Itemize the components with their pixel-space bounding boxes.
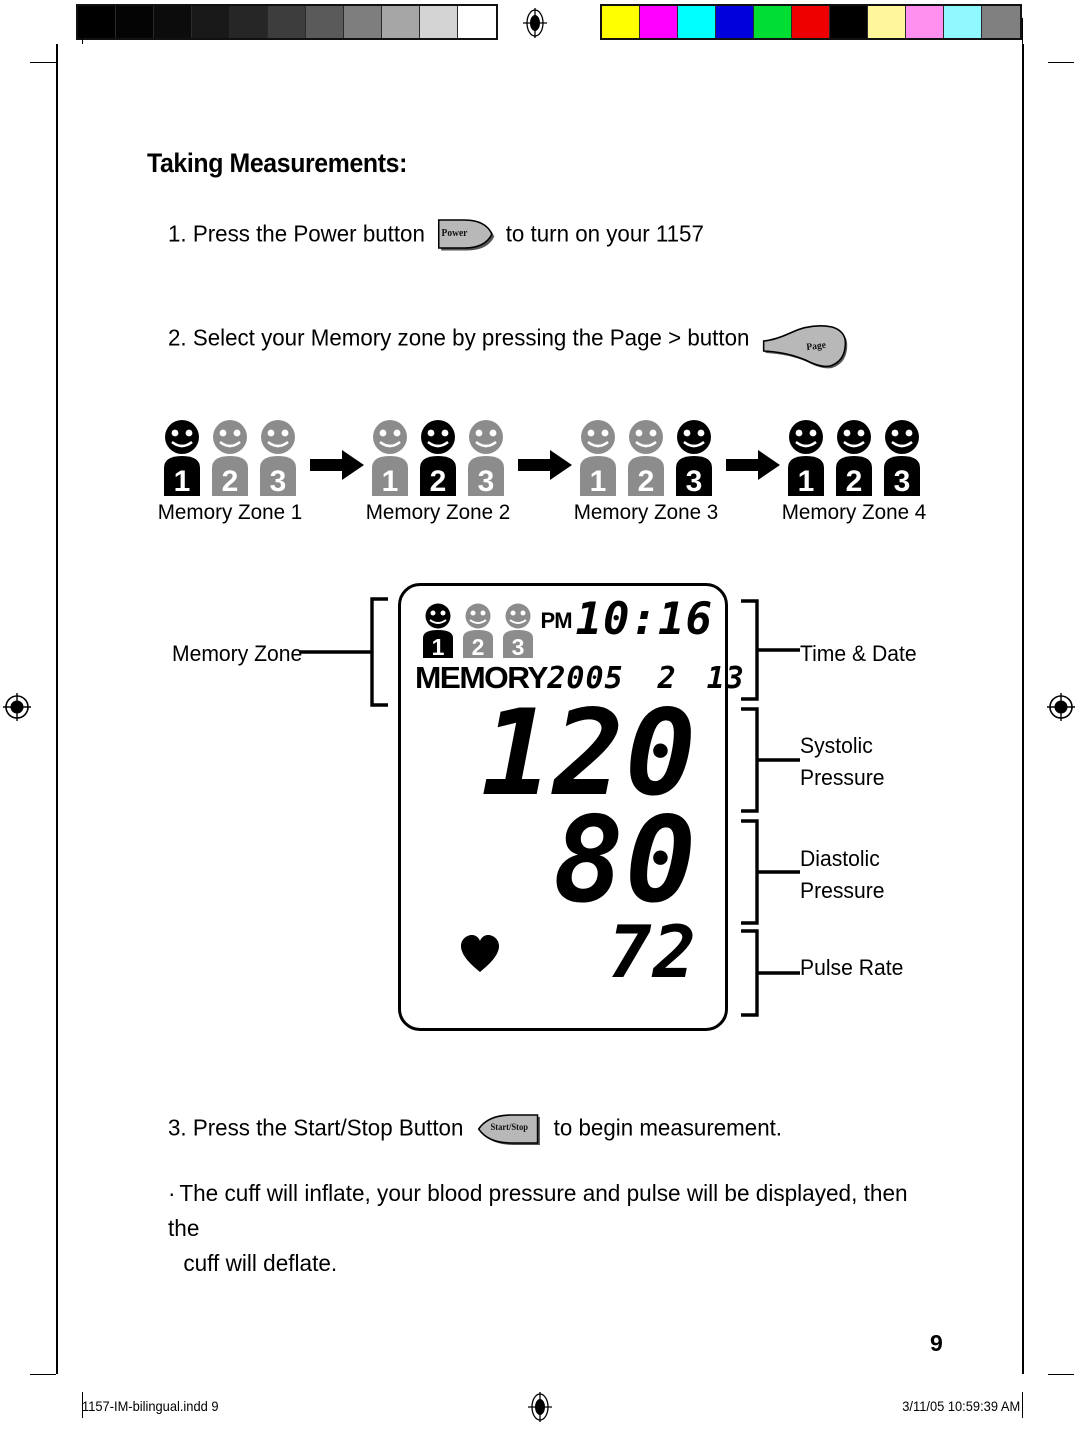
arrow-right-icon [310,448,364,482]
step-2-text-before: Select your Memory zone by pressing the … [192,324,750,351]
lcd-time-group: PM 10:16 [541,598,713,642]
svg-text:3: 3 [478,465,495,496]
step-1-number: 1. [168,220,187,247]
person-icon-1: 1 [366,418,414,496]
person-icon-2: 2 [206,418,254,496]
memory-zone-progression: 1 2 3 Memory Zone 1 1 2 3 Memory Zone 2 … [150,418,950,540]
bullet-note-line1: The cuff will inflate, your blood pressu… [168,1180,908,1241]
systolic-bracket [738,706,800,814]
person-icon-1: 1 [158,418,206,496]
step-1-text-before: Press the Power button [192,220,425,247]
page-button-icon[interactable]: Page [761,319,848,371]
lcd-person-icon-1: 1 [419,602,457,658]
callout-systolic-line1: Systolic [800,733,873,758]
memory-zone-people-1: 1 2 3 [154,418,306,496]
memory-zone-bracket [300,596,390,708]
memory-zone-people-2: 1 2 3 [362,418,514,496]
lcd-meridiem: PM [540,608,573,633]
memory-zone-caption-1: Memory Zone 1 [157,500,303,524]
memory-zone-caption-3: Memory Zone 3 [573,500,719,524]
memory-zone-group-1: 1 2 3 Memory Zone 1 [150,418,310,540]
footer-timestamp: 3/11/05 10:59:39 AM [902,1398,1020,1414]
callout-time-date: Time & Date [800,641,917,666]
bullet-note-line2: cuff will deflate. [183,1249,338,1276]
start-stop-button-icon[interactable]: Start/Stop [475,1110,542,1146]
step-1-text-after: to turn on your 1157 [505,220,704,247]
lcd-person-icon-2: 2 [459,602,497,658]
registration-target-icon [525,1392,555,1422]
callout-systolic-line2: Pressure [800,764,885,790]
person-icon-3: 3 [670,418,718,496]
memory-zone-group-3: 1 2 3 Memory Zone 3 [566,418,726,540]
callout-memory-zone: Memory Zone [172,641,303,666]
page-content: Taking Measurements: 1. Press the Power … [0,0,1080,1434]
callout-diastolic-pressure: Diastolic Pressure [800,843,885,907]
arrow-right-icon [518,448,572,482]
step-3: 3. Press the Start/Stop Button Start/Sto… [168,1110,782,1146]
page-title: Taking Measurements: [147,148,407,178]
step-3-text-before: Press the Start/Stop Button [192,1114,464,1141]
memory-zone-group-4: 1 2 3 Memory Zone 4 [774,418,934,540]
svg-text:1: 1 [432,634,445,658]
callout-pulse-rate: Pulse Rate [800,955,904,980]
svg-text:3: 3 [270,465,287,496]
svg-text:2: 2 [430,465,447,496]
lcd-diastolic-value: 80 [552,791,697,929]
person-icon-3: 3 [462,418,510,496]
lcd-clock: 10:16 [575,594,713,645]
svg-text:1: 1 [798,465,815,496]
lcd-person-icon-3: 3 [499,602,537,658]
arrow-right-icon [726,448,780,482]
diastolic-bracket [738,818,800,926]
memory-zone-caption-4: Memory Zone 4 [781,500,927,524]
svg-text:2: 2 [472,634,485,658]
person-icon-3: 3 [254,418,302,496]
lcd-pulse-value: 72 [608,910,697,994]
bullet-mark: · [168,1180,176,1206]
memory-zone-group-2: 1 2 3 Memory Zone 2 [358,418,518,540]
power-button-icon[interactable]: Power [436,217,495,251]
person-icon-2: 2 [414,418,462,496]
person-icon-2: 2 [830,418,878,496]
memory-zone-people-4: 1 2 3 [778,418,930,496]
step-2: 2. Select your Memory zone by pressing t… [168,319,853,369]
svg-text:2: 2 [638,465,655,496]
person-icon-3: 3 [878,418,926,496]
svg-text:3: 3 [512,634,525,658]
footer-filename: 1157-IM-bilingual.indd 9 [82,1398,219,1414]
person-icon-2: 2 [622,418,670,496]
bullet-note: · The cuff will inflate, your blood press… [168,1176,936,1280]
callout-systolic-pressure: Systolic Pressure [800,730,885,794]
memory-zone-people-3: 1 2 3 [570,418,722,496]
svg-text:1: 1 [382,465,399,496]
pulse-rate-bracket [738,928,800,1018]
page-number: 9 [930,1330,943,1356]
svg-text:1: 1 [174,465,191,496]
svg-text:1: 1 [590,465,607,496]
step-1: 1. Press the Power button Power to turn … [168,217,704,251]
lcd-display-panel: 1 2 3 PM 10:16 MEMORY 2005 2 13 120 80 7… [398,583,744,1031]
lcd-memory-zone-indicator: 1 2 3 [419,602,537,658]
svg-text:2: 2 [222,465,239,496]
step-2-number: 2. [168,324,187,351]
callout-diastolic-line2: Pressure [800,877,885,903]
svg-text:3: 3 [686,465,703,496]
step-3-number: 3. [168,1114,187,1141]
person-icon-1: 1 [574,418,622,496]
callout-diastolic-line1: Diastolic [800,846,880,871]
step-3-text-after: to begin measurement. [553,1114,783,1141]
memory-zone-caption-2: Memory Zone 2 [365,500,511,524]
person-icon-1: 1 [782,418,830,496]
svg-text:2: 2 [846,465,863,496]
time-date-bracket [738,598,800,702]
svg-text:3: 3 [894,465,911,496]
